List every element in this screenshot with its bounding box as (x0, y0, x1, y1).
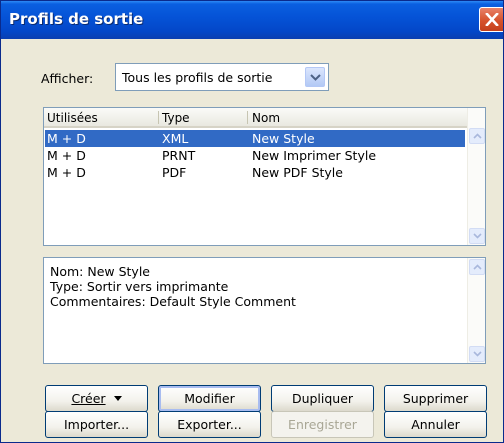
table-row[interactable]: M + D XML New Style (45, 130, 465, 147)
list-header: Utilisées Type Nom (44, 108, 467, 128)
cancel-button-label: Annuler (411, 417, 460, 432)
dropdown-caret-icon (113, 396, 122, 401)
scroll-up-button[interactable] (469, 128, 485, 144)
column-header-used[interactable]: Utilisées (47, 111, 98, 125)
modify-button-label: Modifier (184, 391, 235, 406)
chevron-down-icon (310, 74, 321, 81)
scroll-down-button[interactable] (469, 228, 485, 244)
column-divider[interactable] (247, 111, 248, 124)
scroll-up-button[interactable] (469, 259, 485, 275)
show-filter-select[interactable]: Tous les profils de sortie (115, 63, 329, 91)
show-filter-value: Tous les profils de sortie (122, 70, 273, 85)
column-header-name[interactable]: Nom (252, 111, 280, 125)
scroll-down-button[interactable] (469, 346, 485, 362)
dropdown-arrow-button[interactable] (305, 67, 325, 87)
show-filter-label: Afficher: (41, 71, 94, 86)
chevron-down-icon (473, 233, 482, 239)
create-button[interactable]: Créer (45, 385, 148, 412)
output-profiles-dialog: Profils de sortie Afficher: Tous les pro… (0, 0, 504, 443)
column-header-type[interactable]: Type (162, 111, 190, 125)
cancel-button[interactable]: Annuler (384, 411, 487, 438)
import-button-label: Importer... (63, 417, 130, 432)
cell-type: PDF (162, 165, 187, 180)
save-button-label: Enregistrer (288, 417, 357, 432)
cell-name: New Style (252, 131, 315, 146)
save-button[interactable]: Enregistrer (271, 411, 374, 438)
detail-comments: Commentaires: Default Style Comment (50, 294, 296, 309)
details-scrollbar[interactable] (467, 258, 485, 363)
dialog-title: Profils de sortie (9, 10, 144, 28)
import-button[interactable]: Importer... (45, 411, 148, 438)
export-button-label: Exporter... (177, 417, 242, 432)
cell-used: M + D (47, 148, 86, 163)
duplicate-button-label: Dupliquer (291, 391, 354, 406)
chevron-up-icon (473, 264, 482, 270)
chevron-up-icon (473, 133, 482, 139)
table-row[interactable]: M + D PDF New PDF Style (45, 164, 465, 181)
profiles-list[interactable]: Utilisées Type Nom M + D XML New Style M… (43, 107, 486, 246)
cell-type: XML (162, 131, 189, 146)
delete-button[interactable]: Supprimer (384, 385, 487, 412)
duplicate-button[interactable]: Dupliquer (271, 385, 374, 412)
profile-details-box[interactable]: Nom: New Style Type: Sortir vers imprima… (43, 257, 486, 364)
modify-button[interactable]: Modifier (158, 385, 261, 412)
title-bar[interactable]: Profils de sortie (1, 1, 503, 39)
list-scrollbar[interactable] (467, 108, 485, 245)
close-button[interactable] (479, 7, 503, 32)
table-row[interactable]: M + D PRNT New Imprimer Style (45, 147, 465, 164)
cell-used: M + D (47, 131, 86, 146)
detail-type: Type: Sortir vers imprimante (50, 279, 229, 294)
cell-used: M + D (47, 165, 86, 180)
column-divider[interactable] (158, 111, 159, 124)
chevron-down-icon (473, 351, 482, 357)
create-button-label: Créer (71, 391, 106, 406)
cell-name: New PDF Style (252, 165, 343, 180)
detail-name: Nom: New Style (50, 264, 150, 279)
delete-button-label: Supprimer (402, 391, 469, 406)
export-button[interactable]: Exporter... (158, 411, 261, 438)
cell-name: New Imprimer Style (252, 148, 377, 163)
cell-type: PRNT (162, 148, 196, 163)
